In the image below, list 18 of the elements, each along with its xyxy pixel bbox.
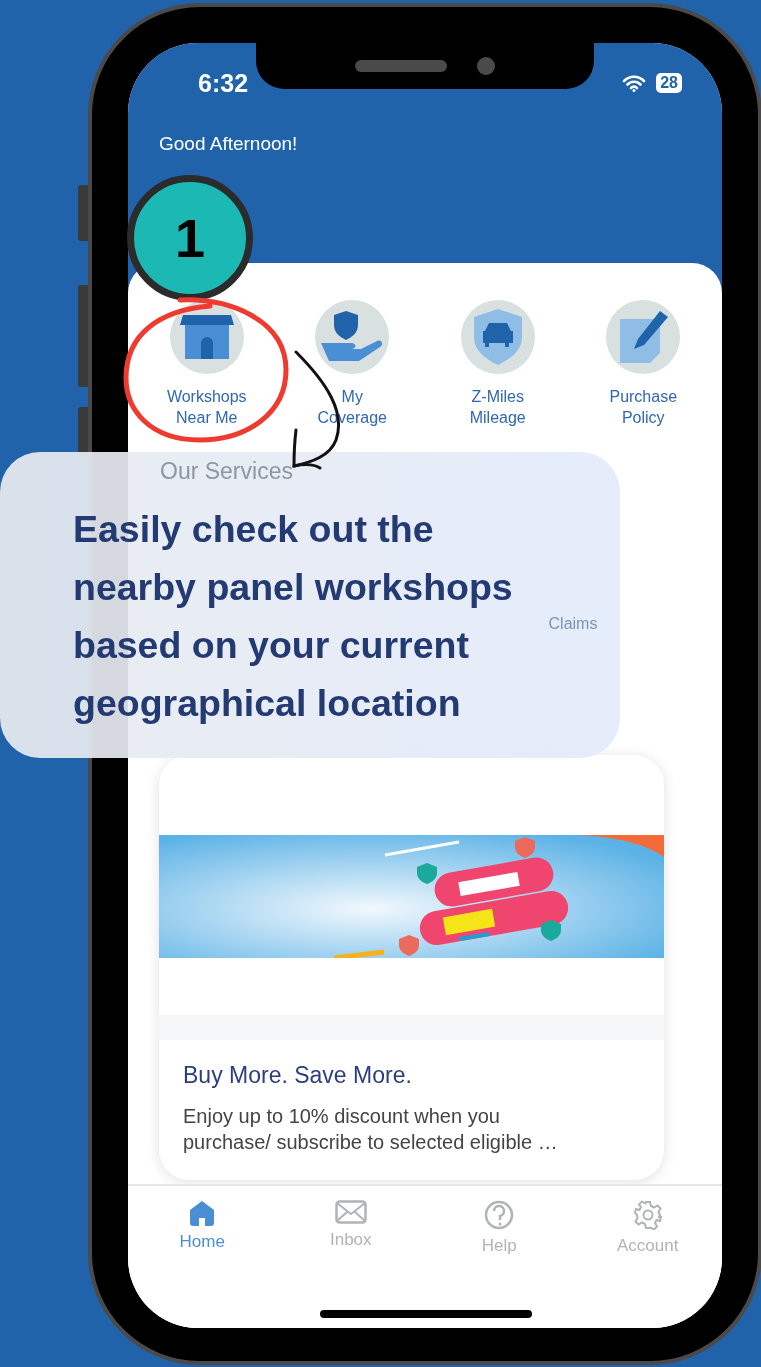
settings-icon xyxy=(632,1200,663,1230)
envelope-icon xyxy=(334,1200,367,1224)
quick-action[interactable]: Purchase Policy xyxy=(570,300,716,428)
camera xyxy=(477,57,495,75)
home-icon xyxy=(188,1200,217,1226)
wifi-icon xyxy=(622,74,647,92)
news-description: Enjoy up to 10% discount when you purchase/ subscribe to selected eligible … xyxy=(183,1104,559,1155)
news-title: Buy More. Save More. xyxy=(183,1062,413,1089)
news-card[interactable]: Buy More. Save More. Enjoy up to 10% discount when you purchase/ subscribe to selected eligible … xyxy=(159,755,664,1180)
nav-tab[interactable]: Home xyxy=(128,1200,277,1256)
quick-action[interactable]: Z-Miles Mileage xyxy=(425,300,571,428)
section-title: Our Services xyxy=(160,458,293,485)
greeting-text: Good Afternoon! xyxy=(159,133,299,155)
callout-text: Easily check out the nearby panel workshops based on your current geographical location xyxy=(73,507,514,726)
help-icon xyxy=(484,1200,515,1230)
status-time: 6:32 xyxy=(198,68,249,98)
battery-level: 28 xyxy=(656,73,682,93)
quick-action[interactable]: Workshops Near Me xyxy=(134,300,280,428)
